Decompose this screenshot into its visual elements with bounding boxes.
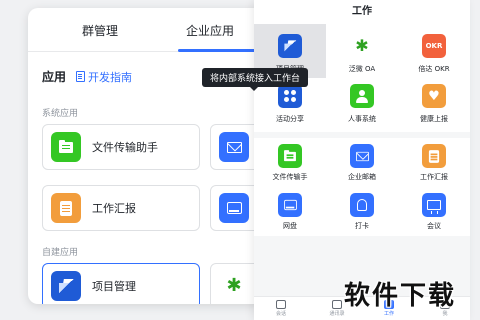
checkin-icon [350, 193, 374, 217]
app-card-label: 工作汇报 [92, 202, 136, 215]
mobile-page-title: 工作 [254, 0, 470, 24]
section-title: 应用 [42, 70, 67, 84]
grid-item-label: 会议 [427, 222, 441, 230]
custom-apps-label: 自建应用 [42, 248, 79, 258]
flower-icon: ✱ [219, 271, 249, 301]
grid-item-enterprise-mail[interactable]: 企业邮箱 [326, 138, 398, 187]
jira-icon [51, 271, 81, 301]
report-icon [422, 144, 446, 168]
mobile-workbench: 工作 项目管理 ✱ 泛微 OA OKR 倍达 OKR 活动分享 人事系统 ♥ 健… [254, 0, 470, 320]
watermark-text: 软件下载 [344, 281, 457, 311]
contacts-icon [332, 300, 342, 309]
grid-item-label: 倍达 OKR [418, 65, 450, 73]
tab-group-management[interactable]: 群管理 [82, 22, 118, 39]
meeting-icon [422, 193, 446, 217]
grid-item-okr[interactable]: OKR 倍达 OKR [398, 24, 470, 78]
tab-bar: 群管理 企业应用 [28, 8, 266, 52]
grid-item-label: 泛微 OA [348, 65, 376, 73]
activity-icon [278, 84, 302, 108]
app-management-panel: 群管理 企业应用 应用 开发指南 系统应用 文件传输助手 工作汇报 自建应用 项… [28, 8, 266, 304]
nav-label: 会话 [275, 311, 286, 317]
tooltip-integrate-system: 将内部系统接入工作台 [202, 68, 309, 91]
grid-item-label: 人事系统 [348, 115, 376, 123]
mail-icon [219, 132, 249, 162]
grid-item-label: 企业邮箱 [348, 173, 376, 181]
dev-guide-link[interactable]: 开发指南 [76, 69, 132, 85]
disk-icon [278, 193, 302, 217]
nav-chat[interactable]: 会话 [266, 300, 296, 317]
flower-icon: ✱ [350, 34, 374, 58]
grid-item-weaver-oa[interactable]: ✱ 泛微 OA [326, 24, 398, 78]
app-card-work-report[interactable]: 工作汇报 [42, 185, 200, 231]
dev-guide-label: 开发指南 [88, 70, 133, 84]
grid-item-label: 文件传输手 [272, 173, 308, 181]
grid-item-checkin[interactable]: 打卡 [326, 187, 398, 236]
active-tab-indicator [178, 49, 266, 52]
workbench-grid-system: 文件传输手 企业邮箱 工作汇报 网盘 打卡 会议 [254, 138, 470, 236]
jira-icon [278, 34, 302, 58]
system-apps-label: 系统应用 [42, 109, 79, 119]
app-card-file-transfer[interactable]: 文件传输助手 [42, 124, 200, 170]
grid-item-label: 打卡 [355, 222, 369, 230]
file-transfer-icon [51, 132, 81, 162]
file-transfer-icon [278, 144, 302, 168]
disk-icon [219, 193, 249, 223]
tab-enterprise-apps[interactable]: 企业应用 [186, 22, 234, 39]
report-icon [51, 193, 81, 223]
health-icon: ♥ [422, 84, 446, 108]
grid-item-label: 工作汇报 [420, 173, 448, 181]
grid-item-label: 健康上报 [420, 115, 448, 123]
grid-item-label: 活动分享 [276, 115, 304, 123]
grid-item-hr-system[interactable]: 人事系统 [326, 78, 398, 132]
mail-icon [350, 144, 374, 168]
grid-item-meeting[interactable]: 会议 [398, 187, 470, 236]
chat-icon [276, 300, 286, 309]
app-card-label: 文件传输助手 [92, 141, 158, 154]
grid-item-label: 网盘 [283, 222, 297, 230]
document-icon [76, 71, 86, 82]
app-card-project-management[interactable]: 项目管理 [42, 263, 200, 304]
hr-icon [350, 84, 374, 108]
okr-icon: OKR [422, 34, 446, 58]
app-card-label: 项目管理 [92, 280, 136, 293]
grid-item-file-transfer[interactable]: 文件传输手 [254, 138, 326, 187]
grid-item-disk[interactable]: 网盘 [254, 187, 326, 236]
grid-item-work-report[interactable]: 工作汇报 [398, 138, 470, 187]
grid-item-health-report[interactable]: ♥ 健康上报 [398, 78, 470, 132]
app-header: 应用 开发指南 [42, 68, 132, 85]
